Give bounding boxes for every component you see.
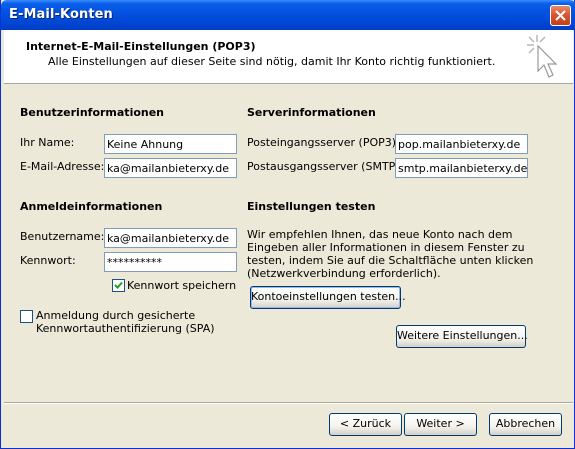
wizard-cursor-icon: [527, 35, 558, 78]
outgoing-server-label: Postausgangsserver (SMTP):: [247, 160, 404, 173]
spa-label-line2: Kennwortauthentifizierung (SPA): [36, 322, 215, 335]
desc-line-2: Eingeben aller Informationen in diesem F…: [247, 241, 525, 254]
save-password-label: Kennwort speichern: [127, 279, 237, 292]
spa-label-line1: Anmeldung durch gesicherte: [36, 309, 196, 322]
spa-checkbox[interactable]: [20, 310, 33, 323]
user-info-heading: Benutzerinformationen: [20, 106, 165, 119]
email-label: E-Mail-Adresse:: [20, 160, 105, 173]
close-icon: [555, 10, 566, 21]
dialog-window: E-Mail-Konten Internet-E-Mail-Einstellun…: [0, 0, 575, 449]
password-label: Kennwort:: [20, 254, 76, 267]
title-bar[interactable]: E-Mail-Konten: [1, 0, 575, 30]
username-label: Benutzername:: [20, 230, 105, 243]
desc-line-3: testen, indem Sie auf die Schaltfläche u…: [247, 254, 534, 267]
incoming-server-field[interactable]: pop.mailanbieterxy.de: [395, 134, 528, 154]
server-info-heading: Serverinformationen: [247, 106, 376, 119]
header-title: Internet-E-Mail-Einstellungen (POP3): [26, 40, 256, 53]
test-settings-description: Wir empfehlen Ihnen, das neue Konto nach…: [247, 228, 534, 280]
desc-line-1: Wir empfehlen Ihnen, das neue Konto nach…: [247, 228, 513, 241]
desc-line-4: (Netzwerkverbindung erforderlich).: [247, 267, 441, 280]
cancel-button[interactable]: Abbrechen: [489, 413, 562, 436]
wizard-header: Internet-E-Mail-Einstellungen (POP3) All…: [4, 30, 573, 84]
window-title: E-Mail-Konten: [9, 7, 113, 22]
test-account-settings-button[interactable]: Kontoeinstellungen testen...: [250, 286, 406, 309]
footer-divider-highlight: [4, 403, 573, 404]
name-field[interactable]: Keine Ahnung: [104, 134, 237, 154]
spa-label: Anmeldung durch gesicherte Kennwortauthe…: [36, 309, 215, 335]
save-password-checkbox[interactable]: [112, 279, 125, 292]
more-settings-button[interactable]: Weitere Einstellungen...: [396, 325, 528, 348]
back-button[interactable]: < Zurück: [329, 413, 402, 436]
header-subtitle: Alle Einstellungen auf dieser Seite sind…: [48, 55, 496, 68]
incoming-server-label: Posteingangsserver (POP3):: [247, 136, 400, 149]
username-field[interactable]: ka@mailanbieterxy.de: [104, 228, 237, 248]
test-settings-heading: Einstellungen testen: [247, 200, 376, 213]
close-button[interactable]: [550, 5, 571, 26]
login-info-heading: Anmeldeinformationen: [20, 200, 163, 213]
next-button[interactable]: Weiter >: [404, 413, 477, 436]
password-field[interactable]: **********: [104, 252, 237, 272]
email-field[interactable]: ka@mailanbieterxy.de: [104, 158, 237, 178]
name-label: Ihr Name:: [20, 136, 75, 149]
outgoing-server-field[interactable]: smtp.mailanbieterxy.de: [395, 158, 528, 178]
checkmark-icon: [114, 281, 123, 289]
